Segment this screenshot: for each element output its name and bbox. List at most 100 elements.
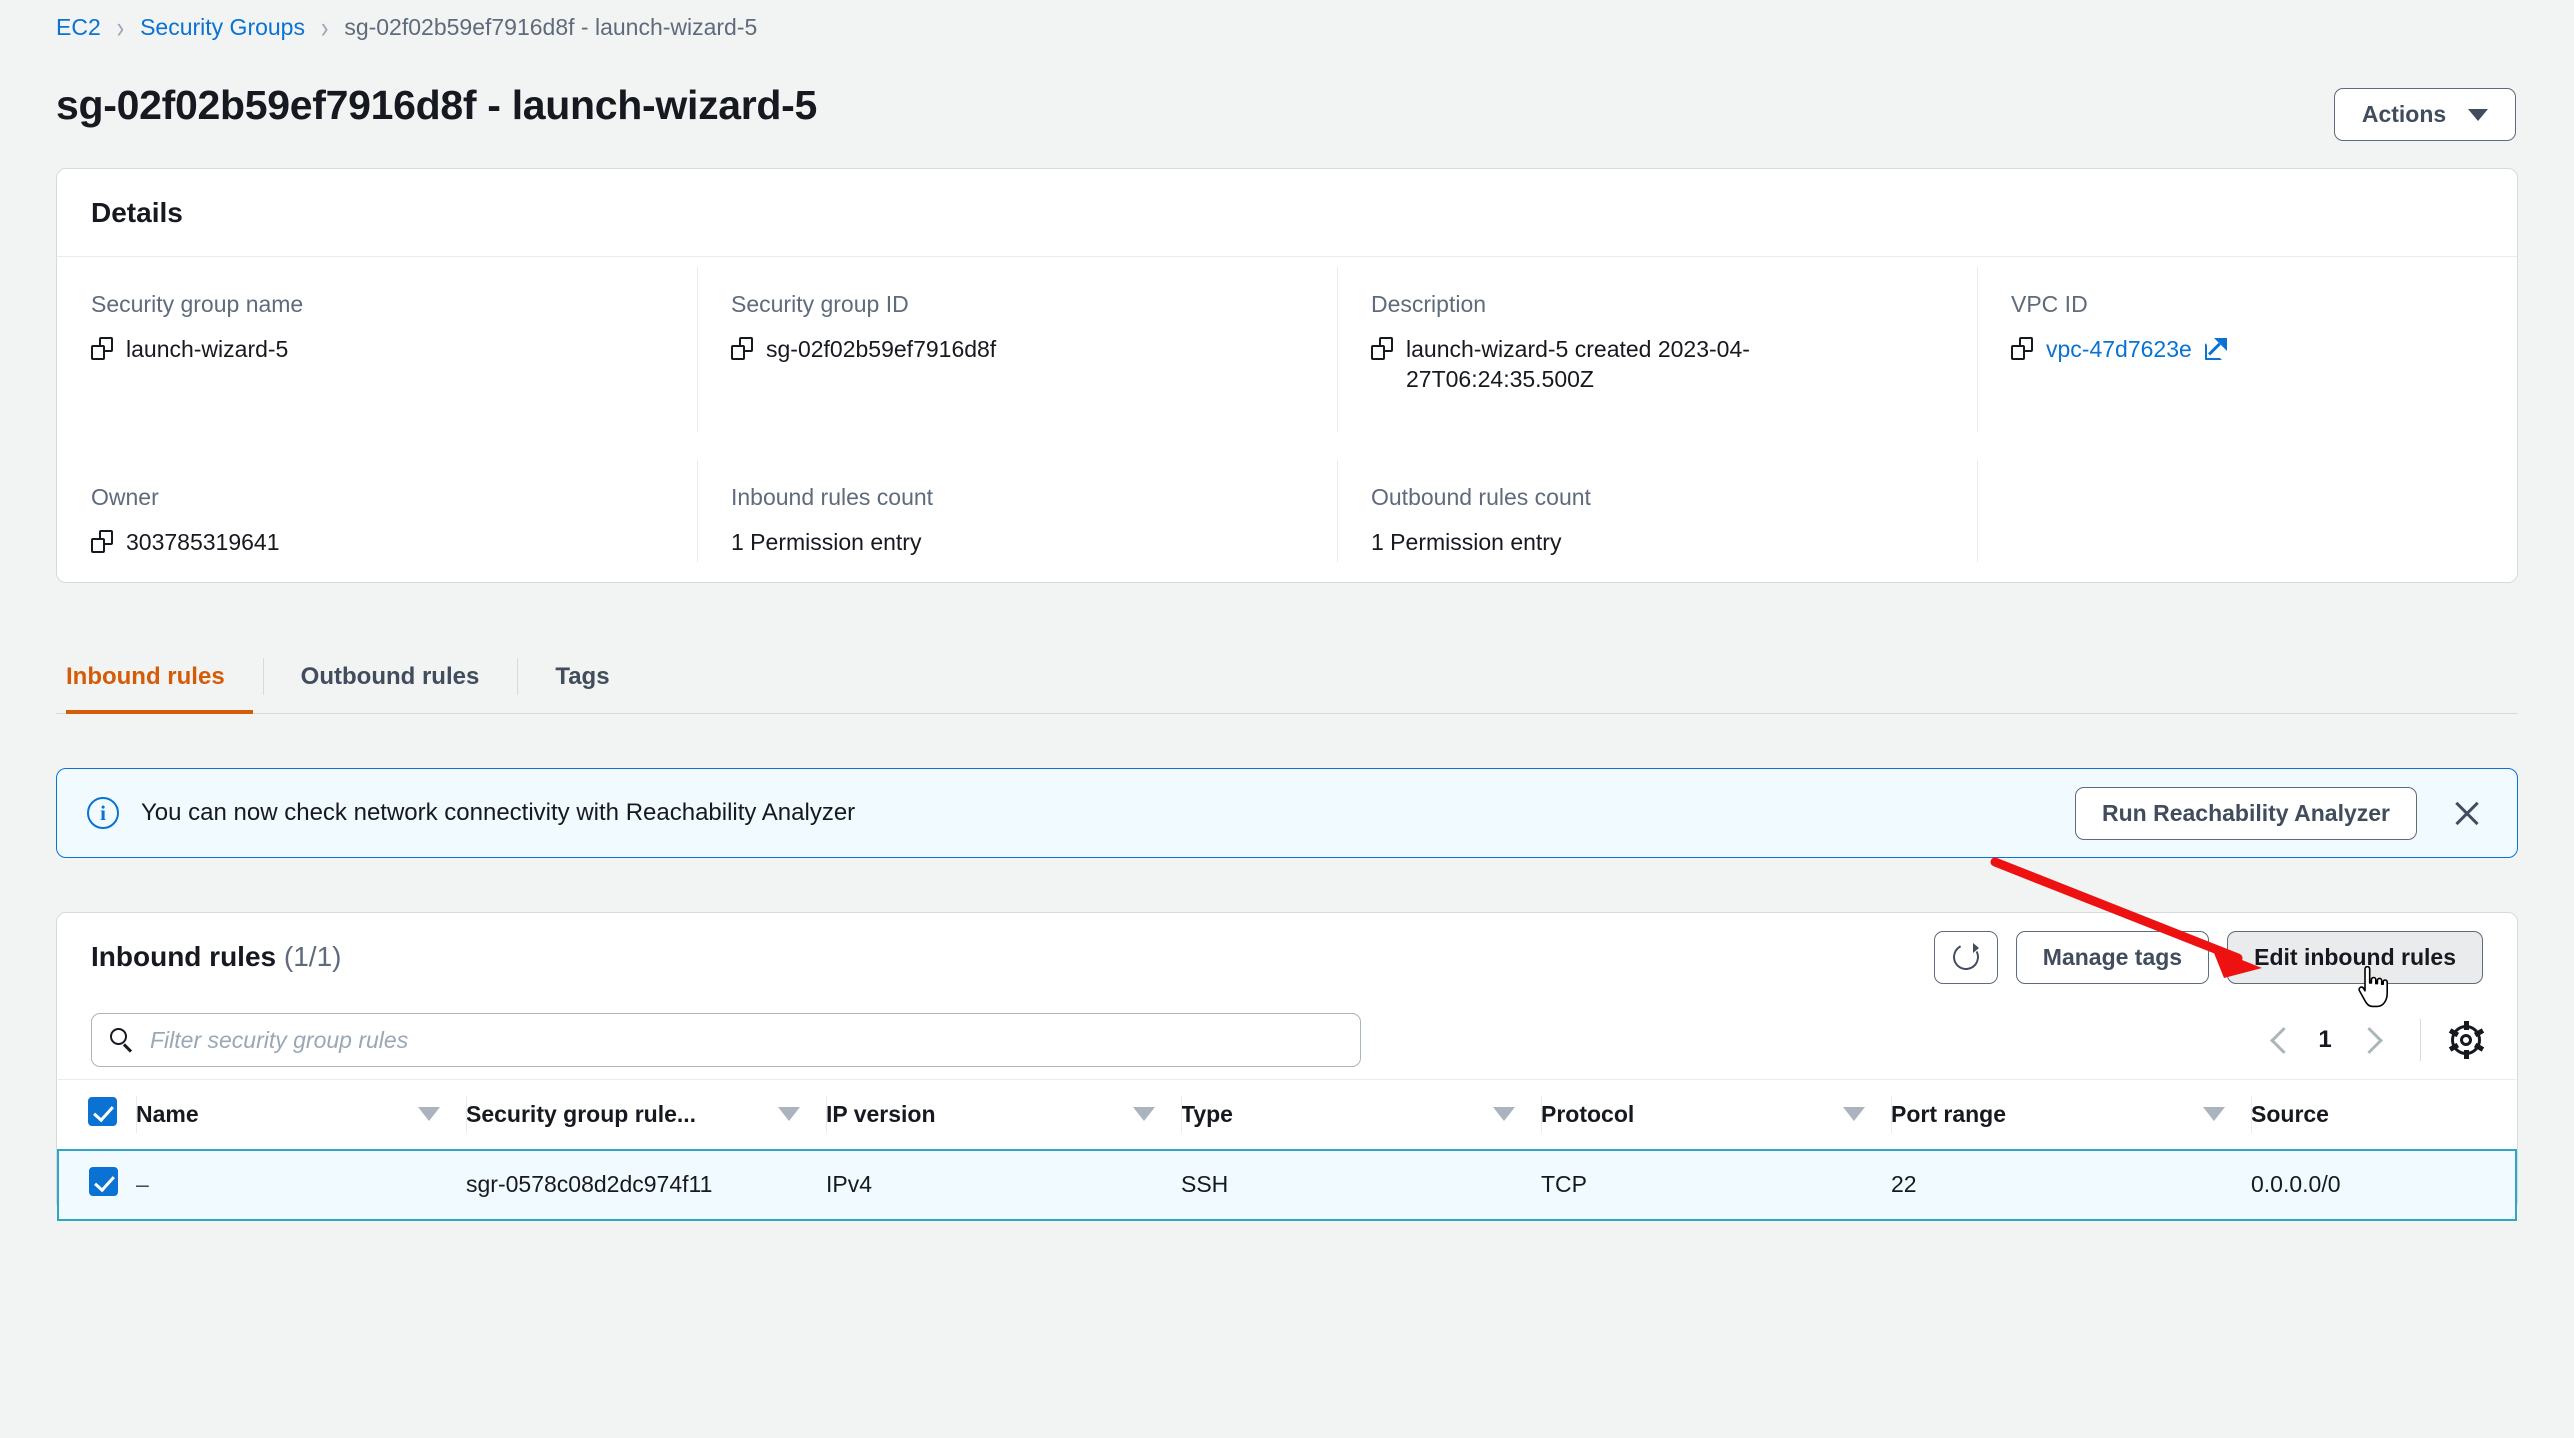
- sort-icon: [1843, 1107, 1865, 1122]
- column-header-source[interactable]: Source: [2251, 1079, 2516, 1150]
- close-icon[interactable]: [2447, 793, 2487, 833]
- copy-icon[interactable]: [2011, 337, 2033, 360]
- vpc-id-link[interactable]: vpc-47d7623e: [2046, 334, 2192, 364]
- row-checkbox[interactable]: [89, 1167, 118, 1196]
- cell-value: sgr-0578c08d2dc974f11: [466, 1171, 713, 1197]
- detail-label: Outbound rules count: [1371, 484, 1591, 510]
- row-select-cell: [57, 1148, 136, 1221]
- tab-outbound-rules[interactable]: Outbound rules: [262, 640, 518, 713]
- detail-description: Description launch-wizard-5 created 2023…: [1337, 257, 1977, 450]
- actions-button-label: Actions: [2361, 101, 2447, 127]
- page-title: sg-02f02b59ef7916d8f - launch-wizard-5: [56, 82, 818, 128]
- cell-type: SSH: [1181, 1148, 1541, 1221]
- column-label: Security group rule...: [466, 1100, 697, 1127]
- column-header-name[interactable]: Name: [136, 1079, 466, 1150]
- edit-inbound-rules-label: Edit inbound rules: [2254, 943, 2456, 970]
- breadcrumb-item-security-groups[interactable]: Security Groups: [140, 14, 305, 41]
- inbound-rules-table: Name Security group rule... IP version T…: [57, 1079, 2517, 1221]
- column-header-rule-id[interactable]: Security group rule...: [466, 1079, 826, 1150]
- manage-tags-button[interactable]: Manage tags: [2015, 930, 2210, 984]
- table-body: – sgr-0578c08d2dc974f11 IPv4 SSH TCP 22 …: [57, 1148, 2517, 1221]
- cell-rule-id: sgr-0578c08d2dc974f11: [466, 1148, 826, 1221]
- cell-value: –: [136, 1171, 149, 1197]
- copy-icon[interactable]: [731, 337, 753, 360]
- detail-owner: Owner 303785319641: [57, 450, 697, 580]
- table-header-row: Name Security group rule... IP version T…: [58, 1079, 2516, 1150]
- detail-value: launch-wizard-5 created 2023-04-27T06:24…: [1371, 334, 1943, 395]
- column-label: Type: [1181, 1100, 1233, 1127]
- search-input[interactable]: Filter security group rules: [91, 1013, 1361, 1067]
- external-link-icon[interactable]: [2204, 338, 2227, 360]
- sort-icon: [2203, 1107, 2225, 1122]
- detail-label: Owner: [91, 484, 159, 510]
- detail-value: 303785319641: [91, 527, 663, 557]
- sort-icon: [418, 1107, 440, 1122]
- cell-name: –: [136, 1148, 466, 1221]
- select-all-checkbox[interactable]: [88, 1096, 117, 1126]
- table-filter-row: Filter security group rules 1: [57, 1001, 2517, 1079]
- cell-value: SSH: [1181, 1171, 1229, 1197]
- detail-empty: [1977, 450, 2517, 580]
- detail-security-group-id: Security group ID sg-02f02b59ef7916d8f: [697, 257, 1337, 450]
- banner-message: You can now check network connectivity w…: [141, 799, 856, 826]
- tab-tags[interactable]: Tags: [517, 640, 647, 713]
- tab-inbound-rules[interactable]: Inbound rules: [56, 640, 263, 714]
- copy-icon[interactable]: [91, 530, 113, 553]
- pagination: 1: [2258, 1018, 2485, 1062]
- chevron-down-icon: [2468, 108, 2489, 121]
- sort-icon: [778, 1107, 800, 1122]
- tab-label: Inbound rules: [66, 662, 225, 690]
- column-label: IP version: [826, 1100, 936, 1127]
- detail-label: Security group name: [91, 291, 304, 317]
- run-reachability-analyzer-button[interactable]: Run Reachability Analyzer: [2074, 786, 2417, 840]
- pagination-next-button[interactable]: [2348, 1018, 2392, 1062]
- cell-protocol: TCP: [1541, 1148, 1891, 1221]
- detail-value: vpc-47d7623e: [2011, 334, 2483, 364]
- column-header-ip-version[interactable]: IP version: [826, 1079, 1181, 1150]
- detail-value-text: launch-wizard-5 created 2023-04-27T06:24…: [1406, 336, 1750, 393]
- detail-value: launch-wizard-5: [91, 334, 663, 364]
- refresh-button[interactable]: [1933, 930, 1998, 984]
- detail-value-text: 1 Permission entry: [1371, 529, 1562, 555]
- column-label: Protocol: [1541, 1100, 1635, 1127]
- detail-value: sg-02f02b59ef7916d8f: [731, 334, 1303, 364]
- detail-value-text: 1 Permission entry: [731, 529, 922, 555]
- copy-icon[interactable]: [1371, 337, 1393, 360]
- breadcrumb-item-ec2[interactable]: EC2: [56, 14, 101, 41]
- gear-icon[interactable]: [2448, 1021, 2485, 1059]
- sort-icon: [1493, 1107, 1515, 1122]
- column-header-port-range[interactable]: Port range: [1891, 1079, 2251, 1150]
- detail-label: Description: [1371, 291, 1487, 317]
- edit-inbound-rules-button[interactable]: Edit inbound rules: [2227, 930, 2483, 984]
- breadcrumb: EC2 › Security Groups › sg-02f02b59ef791…: [56, 10, 757, 44]
- detail-security-group-name: Security group name launch-wizard-5: [57, 257, 697, 450]
- column-header-type[interactable]: Type: [1181, 1079, 1541, 1150]
- search-placeholder: Filter security group rules: [150, 1026, 409, 1053]
- cell-value: 0.0.0.0/0: [2251, 1171, 2341, 1197]
- divider: [2420, 1019, 2421, 1061]
- detail-label: Security group ID: [731, 291, 909, 317]
- column-label: Name: [136, 1100, 199, 1127]
- table-row[interactable]: – sgr-0578c08d2dc974f11 IPv4 SSH TCP 22 …: [57, 1148, 2517, 1221]
- column-header-protocol[interactable]: Protocol: [1541, 1079, 1891, 1150]
- actions-button[interactable]: Actions: [2334, 88, 2516, 141]
- detail-inbound-rules-count: Inbound rules count 1 Permission entry: [697, 450, 1337, 580]
- inbound-rules-table-panel: Inbound rules (1/1) Manage tags Edit inb…: [56, 912, 2518, 1221]
- details-row-1: Security group name launch-wizard-5 Secu…: [57, 257, 2517, 450]
- detail-value-text: launch-wizard-5: [126, 336, 289, 362]
- detail-value-text: 303785319641: [126, 529, 280, 555]
- details-row-2: Owner 303785319641 Inbound rules count 1…: [57, 450, 2517, 580]
- run-reachability-analyzer-label: Run Reachability Analyzer: [2101, 799, 2390, 826]
- breadcrumb-separator-icon: ›: [320, 9, 329, 44]
- pagination-page-number[interactable]: 1: [2308, 1026, 2342, 1054]
- refresh-icon: [1949, 940, 1983, 974]
- tab-label: Outbound rules: [300, 662, 480, 690]
- details-panel-title: Details: [57, 169, 2517, 257]
- select-all-header: [58, 1079, 136, 1150]
- tab-label: Tags: [555, 662, 610, 690]
- pagination-prev-button[interactable]: [2258, 1018, 2302, 1062]
- manage-tags-label: Manage tags: [2042, 943, 2183, 970]
- table-toolbar: Inbound rules (1/1) Manage tags Edit inb…: [57, 913, 2517, 1001]
- detail-outbound-rules-count: Outbound rules count 1 Permission entry: [1337, 450, 1977, 580]
- copy-icon[interactable]: [91, 337, 113, 360]
